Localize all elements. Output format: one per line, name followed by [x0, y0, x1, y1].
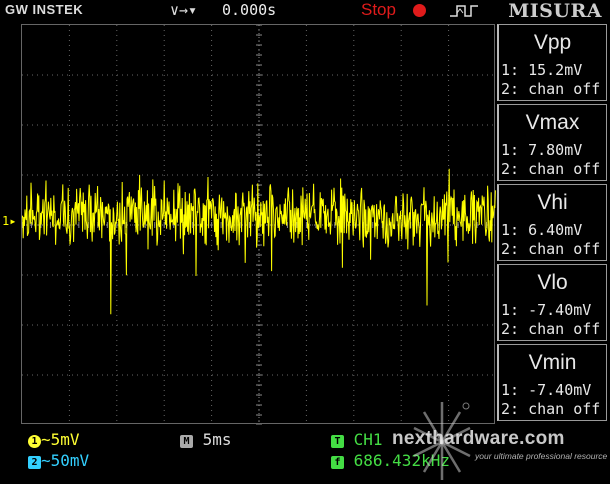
- measurement-name: Vlo: [537, 271, 568, 294]
- measurement-ch2-value: 2: chan off: [501, 80, 601, 98]
- channel-2-badge-icon: 2: [28, 456, 41, 469]
- measurement-panel: Vpp 1: 15.2mV 2: chan off Vmax 1: 7.80mV…: [497, 24, 610, 428]
- measurement-ch2-value: 2: chan off: [501, 240, 601, 258]
- timebase-scale[interactable]: M 5ms: [180, 430, 232, 449]
- frequency-badge-icon: f: [331, 456, 344, 469]
- menu-title: MISURA: [508, 0, 602, 22]
- measurement-name: Vmax: [525, 111, 580, 134]
- status-bar: GW INSTEK ∨→▾ 0.000s Stop MISURA: [0, 0, 610, 22]
- watermark-tagline: your ultimate professional resource: [475, 451, 608, 461]
- trigger-badge-icon: T: [331, 435, 344, 448]
- measurement-name: Vmin: [528, 351, 577, 374]
- brand-logo: GW INSTEK: [5, 2, 84, 17]
- trigger-source-value: CH1: [353, 430, 383, 449]
- channel-2-scale[interactable]: 2 ∼50mV: [28, 451, 89, 470]
- measurement-name: Vhi: [537, 191, 568, 214]
- measurement-vhi[interactable]: Vhi 1: 6.40mV 2: chan off: [497, 184, 607, 261]
- run-state-label: Stop: [361, 0, 396, 19]
- channel-1-trace: [22, 168, 496, 315]
- channel-1-badge-icon: 1: [28, 435, 41, 448]
- trigger-source[interactable]: T CH1: [331, 430, 383, 449]
- measurement-ch1-value: 1: 7.80mV: [501, 141, 583, 159]
- measurement-vpp[interactable]: Vpp 1: 15.2mV 2: chan off: [497, 24, 607, 101]
- watermark-site: nexthardware.com: [392, 428, 565, 449]
- measurement-ch2-value: 2: chan off: [501, 160, 601, 178]
- watermark: nexthardware.com your ultimate professio…: [392, 398, 610, 484]
- channel-1-ground-marker[interactable]: 1▸: [2, 214, 16, 228]
- measurement-ch1-value: 1: -7.40mV: [501, 381, 592, 399]
- channel-1-waveform: [22, 168, 496, 315]
- measurement-ch2-value: 2: chan off: [501, 320, 601, 338]
- measurement-name: Vpp: [533, 31, 572, 54]
- channel-2-scale-value: ∼50mV: [41, 451, 90, 470]
- channel-1-scale-value: ∼5mV: [41, 430, 80, 449]
- trigger-mode-indicator: ∨→▾: [170, 1, 198, 19]
- measurement-ch1-value: 1: 6.40mV: [501, 221, 583, 239]
- channel-1-scale[interactable]: 1 ∼5mV: [28, 430, 80, 449]
- rising-edge-trigger-icon: [450, 5, 478, 17]
- measurement-vmax[interactable]: Vmax 1: 7.80mV 2: chan off: [497, 104, 607, 181]
- measurement-vlo[interactable]: Vlo 1: -7.40mV 2: chan off: [497, 264, 607, 341]
- timebase-value: 5ms: [202, 430, 232, 449]
- timebase-badge-icon: M: [180, 435, 193, 448]
- stop-indicator-icon: [413, 4, 426, 17]
- measurement-ch1-value: 1: 15.2mV: [501, 61, 583, 79]
- waveform-display: [21, 24, 496, 425]
- measurement-ch1-value: 1: -7.40mV: [501, 301, 592, 319]
- horizontal-position: 0.000s: [222, 1, 277, 19]
